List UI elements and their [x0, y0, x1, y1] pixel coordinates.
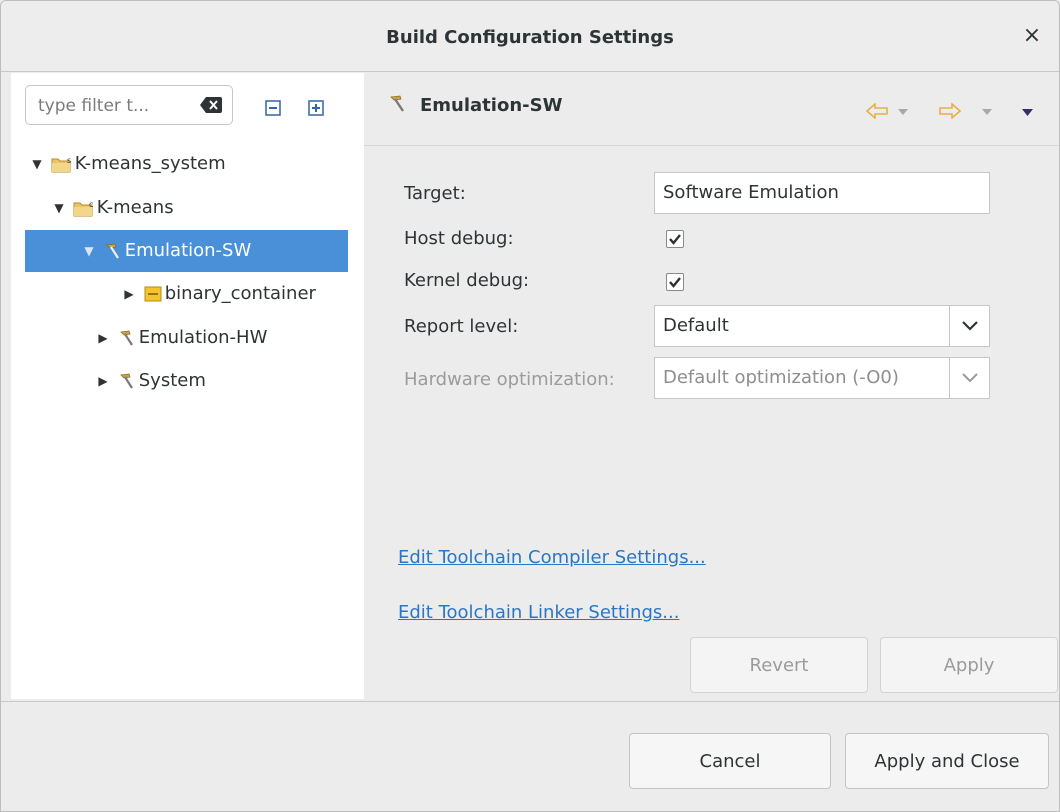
- tree-item-label: Emulation-HW: [138, 327, 268, 348]
- apply-and-close-button[interactable]: Apply and Close: [845, 733, 1049, 789]
- chevron-down-icon[interactable]: [949, 306, 989, 346]
- tree-item-emulation-sw[interactable]: ▼ Emulation-SW: [25, 230, 348, 272]
- tree-item-label: K-means_system: [74, 153, 226, 174]
- tree-item-label: K-means: [96, 197, 174, 218]
- tree-item-k-means-system[interactable]: ▼ s K-means_system: [29, 143, 359, 185]
- compiler-settings-link[interactable]: Edit Toolchain Compiler Settings...: [398, 547, 706, 568]
- collapsed-arrow-icon[interactable]: ▶: [95, 360, 111, 402]
- svg-text:s: s: [67, 156, 71, 165]
- linker-settings-link[interactable]: Edit Toolchain Linker Settings...: [398, 602, 679, 623]
- collapse-all-icon[interactable]: [265, 100, 281, 116]
- tree-item-emulation-hw[interactable]: ▶ Emulation-HW: [95, 317, 355, 359]
- properties-header: Emulation-SW: [364, 73, 1059, 146]
- tree-item-label: binary_container: [164, 283, 316, 304]
- chevron-down-icon[interactable]: [949, 358, 989, 398]
- hammer-icon: [105, 243, 119, 259]
- hw-optimization-select[interactable]: Default optimization (-O0): [654, 357, 990, 399]
- cancel-button[interactable]: Cancel: [629, 733, 831, 789]
- kernel-debug-checkbox[interactable]: [666, 273, 684, 291]
- hammer-icon: [119, 330, 133, 346]
- expanded-arrow-icon[interactable]: ▼: [81, 230, 97, 272]
- container-icon: [144, 286, 162, 302]
- dialog-title: Build Configuration Settings: [386, 27, 674, 48]
- tree-item-label: System: [138, 370, 206, 391]
- filter-field[interactable]: [25, 85, 233, 125]
- apply-button[interactable]: Apply: [880, 637, 1058, 693]
- report-level-label: Report level:: [404, 316, 519, 337]
- properties-title: Emulation-SW: [420, 95, 563, 116]
- tree-item-label: Emulation-SW: [124, 240, 252, 261]
- hw-optimization-value: Default optimization (-O0): [663, 367, 899, 388]
- back-arrow-icon[interactable]: [866, 103, 888, 119]
- hammer-icon: [119, 373, 133, 389]
- target-label: Target:: [404, 183, 466, 204]
- clear-filter-icon[interactable]: [200, 97, 222, 113]
- collapsed-arrow-icon[interactable]: ▶: [95, 317, 111, 359]
- title-bar: Build Configuration Settings ×: [1, 1, 1059, 72]
- report-level-select[interactable]: Default: [654, 305, 990, 347]
- properties-panel: Emulation-SW Target: Software Emulation …: [364, 73, 1059, 699]
- host-debug-label: Host debug:: [404, 228, 514, 249]
- hammer-icon: [390, 95, 404, 112]
- kernel-debug-label: Kernel debug:: [404, 270, 530, 291]
- view-menu-icon[interactable]: [1022, 109, 1033, 116]
- filter-input[interactable]: [36, 92, 190, 120]
- checkmark-icon: [669, 234, 681, 245]
- host-debug-checkbox[interactable]: [666, 230, 684, 248]
- back-history-dropdown-icon[interactable]: [898, 109, 908, 115]
- report-level-value: Default: [663, 315, 729, 336]
- dialog-footer: Cancel Apply and Close: [1, 701, 1059, 811]
- build-config-dialog: Build Configuration Settings × ▼: [0, 0, 1060, 812]
- revert-button[interactable]: Revert: [690, 637, 868, 693]
- checkmark-icon: [669, 277, 681, 288]
- project-c-icon: c: [73, 200, 93, 217]
- expand-all-icon[interactable]: [308, 100, 324, 116]
- svg-text:c: c: [89, 200, 93, 209]
- project-system-icon: s: [51, 156, 71, 173]
- forward-arrow-icon[interactable]: [939, 103, 961, 119]
- forward-history-dropdown-icon[interactable]: [982, 109, 992, 115]
- config-tree-panel: ▼ s K-means_system ▼ c K-means ▼: [11, 73, 364, 699]
- expanded-arrow-icon[interactable]: ▼: [51, 187, 67, 229]
- collapsed-arrow-icon[interactable]: ▶: [121, 273, 137, 315]
- tree-item-binary-container[interactable]: ▶ binary_container: [121, 273, 361, 315]
- expanded-arrow-icon[interactable]: ▼: [29, 143, 45, 185]
- tree-item-k-means[interactable]: ▼ c K-means: [51, 187, 361, 229]
- close-icon[interactable]: ×: [1019, 23, 1045, 49]
- hw-optimization-label: Hardware optimization:: [404, 369, 615, 390]
- target-field[interactable]: Software Emulation: [654, 172, 990, 214]
- tree-item-system[interactable]: ▶ System: [95, 360, 355, 402]
